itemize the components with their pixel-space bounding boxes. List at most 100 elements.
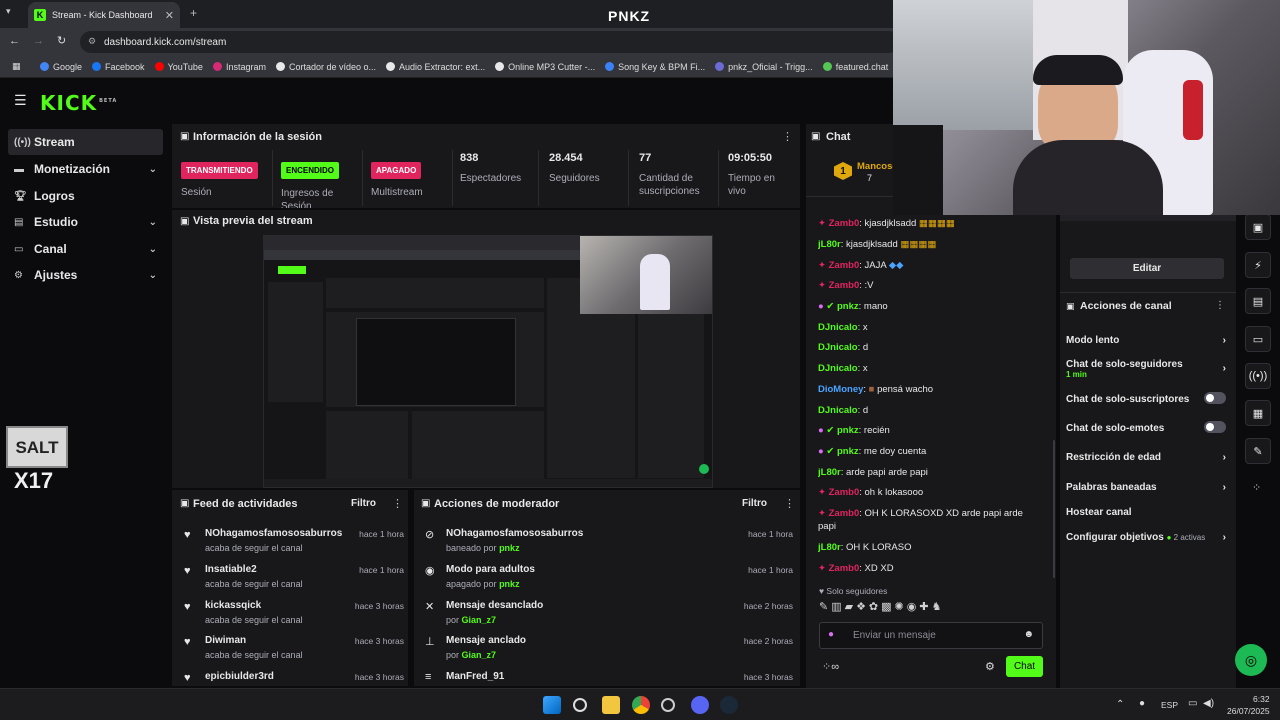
- bolt-icon: ⚡︎: [1254, 259, 1262, 272]
- chat-input[interactable]: ● Enviar un mensaje ☻: [819, 622, 1043, 649]
- layout-icon: ▦: [1252, 407, 1264, 420]
- sidebar-item-estudio[interactable]: ▤ Estudio ⌄: [8, 209, 163, 235]
- pin-icon: ⊥: [425, 636, 435, 648]
- sidebar-item-ajustes[interactable]: ⚙ Ajustes ⌄: [8, 262, 163, 288]
- bookmark-mp3-cutter[interactable]: Online MP3 Cutter -...: [495, 62, 595, 72]
- sidebar-item-monetizacion[interactable]: ▬ Monetización ⌄: [8, 156, 163, 182]
- more-options-icon[interactable]: ⋮: [1215, 300, 1225, 311]
- help-support-icon[interactable]: ◎: [1235, 644, 1267, 676]
- action-emotes-only[interactable]: Chat de solo-emotes: [1066, 421, 1226, 434]
- action-followers-only[interactable]: Chat de solo-seguidores › 1 min: [1066, 359, 1226, 379]
- clock-time[interactable]: 6:32: [1253, 694, 1270, 704]
- volume-icon[interactable]: ◀︎): [1203, 698, 1214, 709]
- tv-icon: ▭: [14, 243, 24, 255]
- rail-tools-button[interactable]: ✎: [1245, 438, 1271, 464]
- kick-logo[interactable]: KICK BETA: [40, 91, 117, 115]
- action-host-channel[interactable]: Hostear canal: [1066, 507, 1226, 518]
- action-configure-goals[interactable]: Configurar objetivos ● 2 activas ›: [1066, 532, 1226, 543]
- chevron-right-icon: ›: [1222, 482, 1226, 493]
- new-tab-icon[interactable]: +: [190, 6, 197, 20]
- rail-quick-actions-button[interactable]: ⚡︎: [1245, 252, 1271, 278]
- more-options-icon[interactable]: ⋮: [782, 130, 793, 143]
- tab-list-icon[interactable]: ▾: [6, 6, 11, 17]
- chevron-up-icon[interactable]: ⌃: [1116, 699, 1124, 710]
- close-tab-icon[interactable]: ✕: [165, 9, 174, 22]
- sidebar-item-stream[interactable]: ((•)) Stream: [8, 129, 163, 155]
- menu-icon[interactable]: ☰: [14, 92, 27, 109]
- status-badge: APAGADO: [371, 162, 422, 179]
- bookmark-instagram[interactable]: Instagram: [212, 62, 266, 72]
- bookmark-facebook[interactable]: Facebook: [92, 62, 145, 72]
- language-indicator[interactable]: ESP: [1161, 700, 1178, 710]
- preview-icon: ▣: [180, 216, 190, 227]
- salt-overlay-icon: SALT: [6, 426, 68, 468]
- rail-camera-button[interactable]: ▣: [1245, 214, 1271, 240]
- windows-start-icon[interactable]: [543, 696, 561, 714]
- reload-icon[interactable]: ↻: [57, 34, 66, 47]
- money-icon: ▬: [14, 163, 24, 175]
- apps-grid-icon[interactable]: ▦: [12, 61, 21, 72]
- chat-message: DJnicalo: d: [818, 342, 869, 353]
- status-label: Ingresos de Sesión: [281, 188, 334, 208]
- edit-button[interactable]: Editar: [1070, 258, 1224, 279]
- rail-broadcast-button[interactable]: ((•)): [1245, 363, 1271, 389]
- bookmark-video-cutter[interactable]: Cortador de vídeo o...: [275, 62, 376, 72]
- stream-preview-video[interactable]: [263, 235, 713, 488]
- send-chat-button[interactable]: Chat: [1006, 656, 1043, 677]
- chat-input-placeholder: Enviar un mensaje: [853, 630, 936, 641]
- chat-message: jL80r: OH K LORASO: [818, 542, 912, 553]
- bookmark-song-key[interactable]: Song Key & BPM Fi...: [605, 62, 705, 72]
- chat-message: ✦ Zamb0: kjasdjklsadd ▦▦▦▦: [818, 218, 955, 229]
- bookmark-audio-extractor[interactable]: Audio Extractor: ext...: [386, 62, 485, 72]
- subscribers-only-toggle[interactable]: [1204, 392, 1226, 404]
- more-options-icon[interactable]: ⋮: [784, 497, 795, 510]
- bookmark-pnkz[interactable]: pnkz_Oficial - Trigg...: [715, 62, 813, 72]
- emote-bar[interactable]: ✎▥▰❖✿▩✺◉✚♞: [819, 600, 1044, 616]
- mic-icon[interactable]: ●: [1139, 698, 1145, 709]
- sidebar-item-logros[interactable]: 🏆︎ Logros: [8, 183, 163, 209]
- rail-chat-button[interactable]: ▭: [1245, 326, 1271, 352]
- clock-date[interactable]: 26/07/2025: [1227, 706, 1270, 716]
- back-icon[interactable]: ←: [9, 35, 20, 47]
- mic-badge-icon: ●: [818, 301, 824, 312]
- points-icon[interactable]: ⁘: [1252, 481, 1261, 494]
- session-info-title: Información de la sesión: [193, 131, 322, 143]
- pinned-user[interactable]: Mancoso: [857, 161, 898, 172]
- chevron-right-icon: ›: [1222, 335, 1226, 346]
- emoji-icon[interactable]: ☻: [1023, 629, 1034, 640]
- browser-tab[interactable]: K Stream - Kick Dashboard ✕: [28, 2, 180, 28]
- sidebar-item-canal[interactable]: ▭ Canal ⌄: [8, 236, 163, 262]
- chrome-icon[interactable]: [632, 696, 650, 714]
- discord-icon[interactable]: [691, 696, 709, 714]
- rail-layout-button[interactable]: ▦: [1245, 400, 1271, 426]
- chat-settings-icon[interactable]: ⚙: [985, 660, 995, 673]
- action-banned-words[interactable]: Palabras baneadas ›: [1066, 482, 1226, 493]
- action-subscribers-only[interactable]: Chat de solo-suscriptores: [1066, 392, 1226, 405]
- rail-notes-button[interactable]: ▤: [1245, 288, 1271, 314]
- moderator-filter-button[interactable]: Filtro: [742, 498, 767, 509]
- chat-title: Chat: [826, 131, 851, 143]
- steam-icon[interactable]: [720, 696, 738, 714]
- action-slow-mode[interactable]: Modo lento ›: [1066, 335, 1226, 346]
- feed-icon: ▣: [180, 498, 190, 509]
- site-info-icon[interactable]: ⚙: [88, 36, 96, 47]
- leaf-icon: ✦: [818, 487, 826, 498]
- chat-scrollbar[interactable]: [1053, 440, 1055, 578]
- status-label: Sesión: [181, 187, 212, 198]
- stat-value: 77: [639, 152, 652, 164]
- bookmark-youtube[interactable]: YouTube: [154, 62, 203, 72]
- forward-icon[interactable]: →: [33, 35, 44, 47]
- url-field[interactable]: ⚙ dashboard.kick.com/stream: [80, 31, 900, 53]
- action-age-restriction[interactable]: Restricción de edad ›: [1066, 452, 1226, 463]
- search-icon[interactable]: [573, 698, 587, 712]
- file-explorer-icon[interactable]: [602, 696, 620, 714]
- stat-subscriptions: 77 Cantidad de suscripciones: [639, 152, 717, 208]
- bookmark-google[interactable]: Google: [40, 62, 82, 72]
- more-options-icon[interactable]: ⋮: [392, 497, 403, 510]
- points-icon[interactable]: ⁘∞: [822, 660, 839, 673]
- network-icon[interactable]: ▭: [1188, 698, 1197, 709]
- feed-filter-button[interactable]: Filtro: [351, 498, 376, 509]
- emotes-only-toggle[interactable]: [1204, 421, 1226, 433]
- bookmark-featured-chat[interactable]: featured.chat: [822, 62, 888, 72]
- app-icon[interactable]: [661, 698, 675, 712]
